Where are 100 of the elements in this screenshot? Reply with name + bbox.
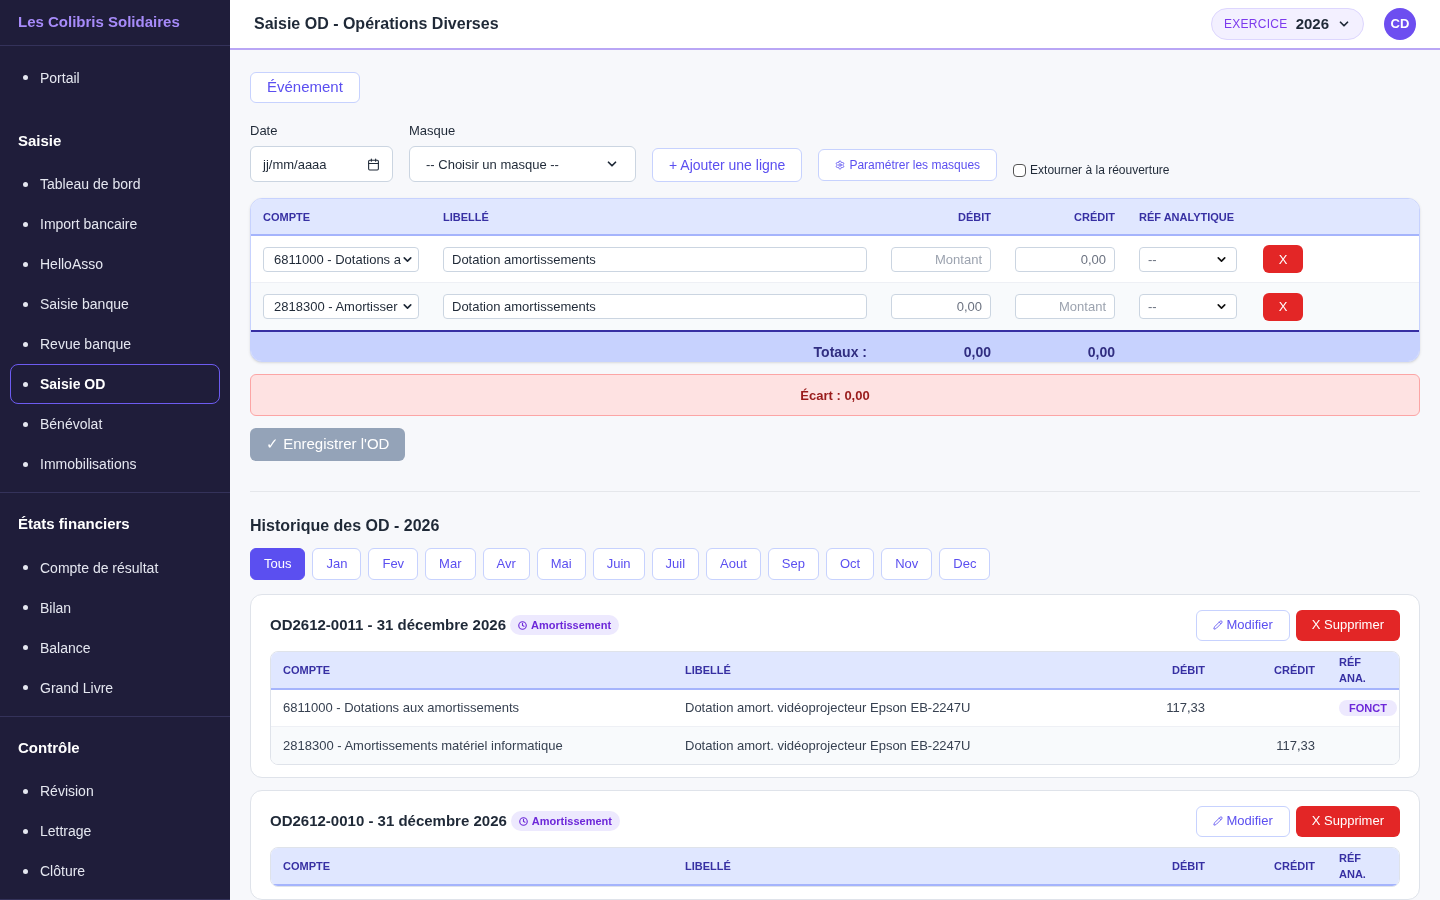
column-header: CRÉDIT <box>1273 858 1315 874</box>
column-header: LIBELLÉ <box>685 858 732 874</box>
bullet-icon <box>23 605 28 610</box>
edit-button[interactable]: Modifier <box>1195 609 1290 641</box>
month-tab[interactable]: Mai <box>536 548 586 580</box>
label-field[interactable]: Dotation amortissements <box>443 294 867 320</box>
month-tab[interactable]: Avr <box>482 548 530 580</box>
delete-line-button[interactable]: X <box>1263 292 1303 321</box>
bullet-icon <box>23 565 28 570</box>
credit-field[interactable]: 0,00 <box>1015 246 1115 272</box>
column-header: COMPTE <box>263 209 312 225</box>
month-tab[interactable]: Dec <box>939 548 991 580</box>
bullet-icon <box>23 645 28 650</box>
user-avatar[interactable]: CD <box>1384 8 1416 40</box>
month-tab[interactable]: Juil <box>651 548 700 580</box>
bullet-icon <box>23 868 28 874</box>
column-header: COMPTE <box>283 662 332 678</box>
reverse-checkbox[interactable] <box>1013 163 1027 177</box>
column-header: LIBELLÉ <box>685 662 732 678</box>
month-tab[interactable]: Sep <box>767 548 819 580</box>
table-cell-text: 2818300 - Amortissements matériel informatique <box>283 736 564 755</box>
nav-item[interactable]: Immobilisations <box>10 444 220 484</box>
analytic-select[interactable]: -- <box>1139 246 1237 272</box>
nav-item[interactable]: Grand Livre <box>10 667 220 708</box>
month-tab[interactable]: Mar <box>425 548 476 580</box>
total-credit: 0,00 <box>1086 343 1116 362</box>
category-tag: Amortissement <box>510 615 620 635</box>
section-title: Contrôle <box>17 737 81 758</box>
nav-item[interactable]: Revue banque <box>10 324 220 364</box>
od-title: OD2612-0011 - 31 décembre 2026 <box>270 614 506 635</box>
bullet-icon <box>23 461 28 467</box>
month-tab[interactable]: Tous <box>250 548 306 580</box>
nav-item[interactable]: Balance <box>10 627 220 668</box>
settings-icon <box>835 160 846 171</box>
exercise-selector[interactable]: EXERCICE 2026 <box>1210 8 1364 40</box>
column-header: DÉBIT <box>957 209 992 225</box>
table-cell-text: Dotation amort. vidéoprojecteur Epson EB-2247U <box>685 736 972 755</box>
edit-button[interactable]: Modifier <box>1195 805 1290 837</box>
totals-label: Totaux : <box>812 343 868 362</box>
nav-item[interactable]: Bilan <box>10 587 220 628</box>
bullet-icon <box>23 341 28 347</box>
column-header: LIBELLÉ <box>443 209 490 225</box>
bullet-icon <box>23 221 28 227</box>
history-title: Historique des OD - 2026 <box>250 516 441 536</box>
reverse-label: Extourner à la réouverture <box>1030 162 1170 180</box>
delete-button[interactable]: X Supprimer <box>1295 609 1400 641</box>
event-button[interactable]: Événement <box>250 72 360 103</box>
column-header: RÉF ANALYTIQUE <box>1139 209 1236 225</box>
mask-label: Masque <box>409 121 457 140</box>
column-header: DÉBIT <box>1171 858 1205 874</box>
column-header: CRÉDIT <box>1273 662 1315 678</box>
nav-item[interactable]: Bénévolat <box>10 404 220 444</box>
nav-item[interactable]: Saisie OD <box>10 364 220 404</box>
section-title: États financiers <box>17 514 131 534</box>
nav-item[interactable]: Import bancaire <box>10 204 220 244</box>
nav-item[interactable]: HelloAsso <box>10 244 220 284</box>
column-header: DÉBIT <box>1171 662 1205 678</box>
pencil-icon <box>1212 620 1223 630</box>
month-tab[interactable]: Aout <box>706 548 761 580</box>
month-tab[interactable]: Oct <box>826 548 875 580</box>
date-label: Date <box>250 121 279 140</box>
calendar-icon <box>367 157 380 171</box>
mask-select[interactable]: -- Choisir un masque -- <box>409 146 636 183</box>
account-select[interactable]: 6811000 - Dotations a <box>263 246 419 272</box>
nav-item[interactable]: Révision <box>10 771 220 811</box>
nav-item[interactable]: Clôture <box>10 851 220 891</box>
nav-item[interactable]: Tableau de bord <box>10 164 220 204</box>
month-tab[interactable]: Fev <box>368 548 419 580</box>
clock-icon <box>518 620 527 630</box>
month-tab[interactable]: Juin <box>592 548 645 580</box>
balance-gap-alert: Écart : 0,00 <box>250 374 1420 417</box>
month-tab[interactable]: Nov <box>881 548 933 580</box>
nav-item[interactable]: Portail <box>10 57 220 98</box>
column-header: RÉF ANA. <box>1338 850 1367 882</box>
nav-item[interactable]: Compte de résultat <box>10 547 220 588</box>
bullet-icon <box>23 301 28 307</box>
delete-button[interactable]: X Supprimer <box>1295 805 1400 837</box>
delete-line-button[interactable]: X <box>1263 245 1303 274</box>
nav-item[interactable]: Saisie banque <box>10 284 220 324</box>
clock-icon <box>518 816 528 826</box>
analytic-select[interactable]: -- <box>1139 294 1237 320</box>
bullet-icon <box>23 788 28 794</box>
month-tab[interactable]: Jan <box>312 548 362 580</box>
analytic-tag: FONCT <box>1339 700 1397 717</box>
column-header: COMPTE <box>283 858 332 874</box>
date-field[interactable]: jj/mm/aaaa <box>250 146 393 183</box>
bullet-icon <box>23 75 28 80</box>
label-field[interactable]: Dotation amortissements <box>443 246 867 272</box>
table-cell-text: 117,33 <box>1275 736 1315 755</box>
account-select[interactable]: 2818300 - Amortisser <box>263 294 419 320</box>
page-title: Saisie OD - Opérations Diverses <box>254 14 499 34</box>
bullet-icon <box>23 685 28 690</box>
add-line-button[interactable]: + Ajouter une ligne <box>652 148 803 183</box>
total-debit: 0,00 <box>962 343 992 362</box>
column-header: CRÉDIT <box>1073 209 1116 225</box>
nav-item[interactable]: Lettrage <box>10 811 220 851</box>
category-tag: Amortissement <box>510 811 620 831</box>
bullet-icon <box>23 261 28 267</box>
mask-settings-button[interactable]: Paramétrer les masques <box>818 149 998 182</box>
debit-field[interactable]: 0,00 <box>891 294 991 320</box>
